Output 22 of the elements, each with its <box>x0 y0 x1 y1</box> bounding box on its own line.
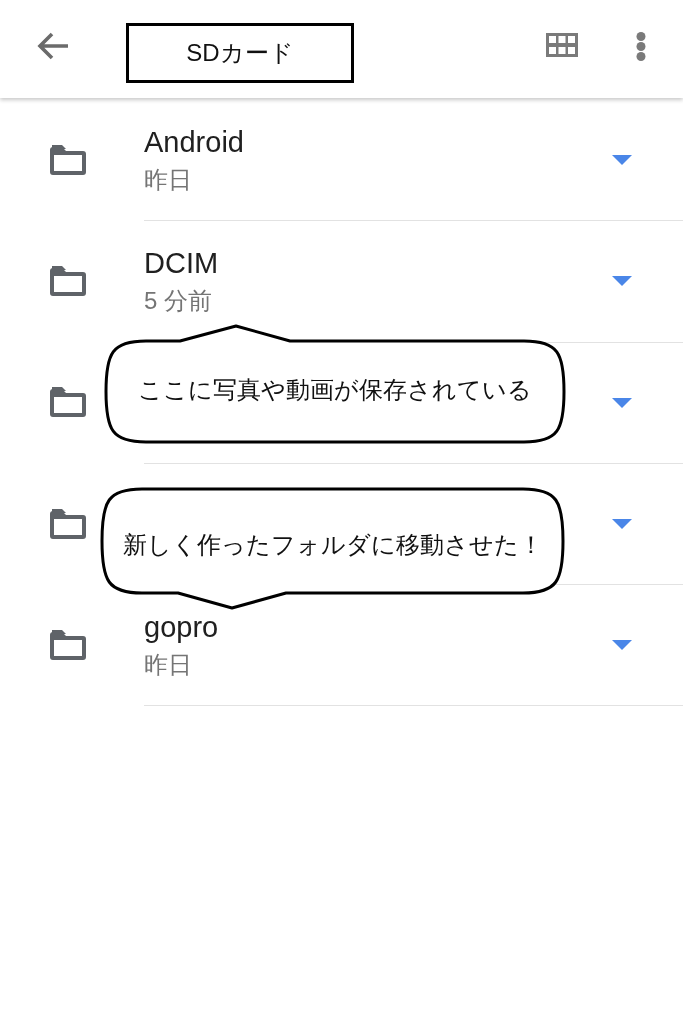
caret-icon[interactable] <box>612 276 632 287</box>
folder-icon <box>48 387 88 420</box>
caret-icon[interactable] <box>612 155 632 166</box>
folder-icon <box>48 265 88 298</box>
modified-time: 5 分前 <box>144 286 212 317</box>
screen-title: SDカード <box>126 23 354 83</box>
modified-time: 昨日 <box>144 165 192 196</box>
modified-time: 昨日 <box>144 650 192 681</box>
callout-text: ここに写真や動画が保存されている <box>138 375 532 405</box>
folder-name[interactable]: Android <box>144 122 244 163</box>
caret-icon[interactable] <box>612 519 632 530</box>
callout-text: 新しく作ったフォルダに移動させた！ <box>122 530 543 560</box>
folder-icon <box>48 508 88 541</box>
folder-icon <box>48 144 88 177</box>
back-arrow-icon[interactable] <box>37 32 69 60</box>
folder-icon <box>48 629 88 662</box>
folder-name[interactable]: DCIM <box>144 243 219 284</box>
caret-icon[interactable] <box>612 640 632 651</box>
grid-view-icon[interactable] <box>546 33 578 57</box>
folder-name[interactable]: gopro <box>144 607 219 648</box>
caret-icon[interactable] <box>612 397 632 408</box>
more-options-icon[interactable] <box>636 32 646 61</box>
